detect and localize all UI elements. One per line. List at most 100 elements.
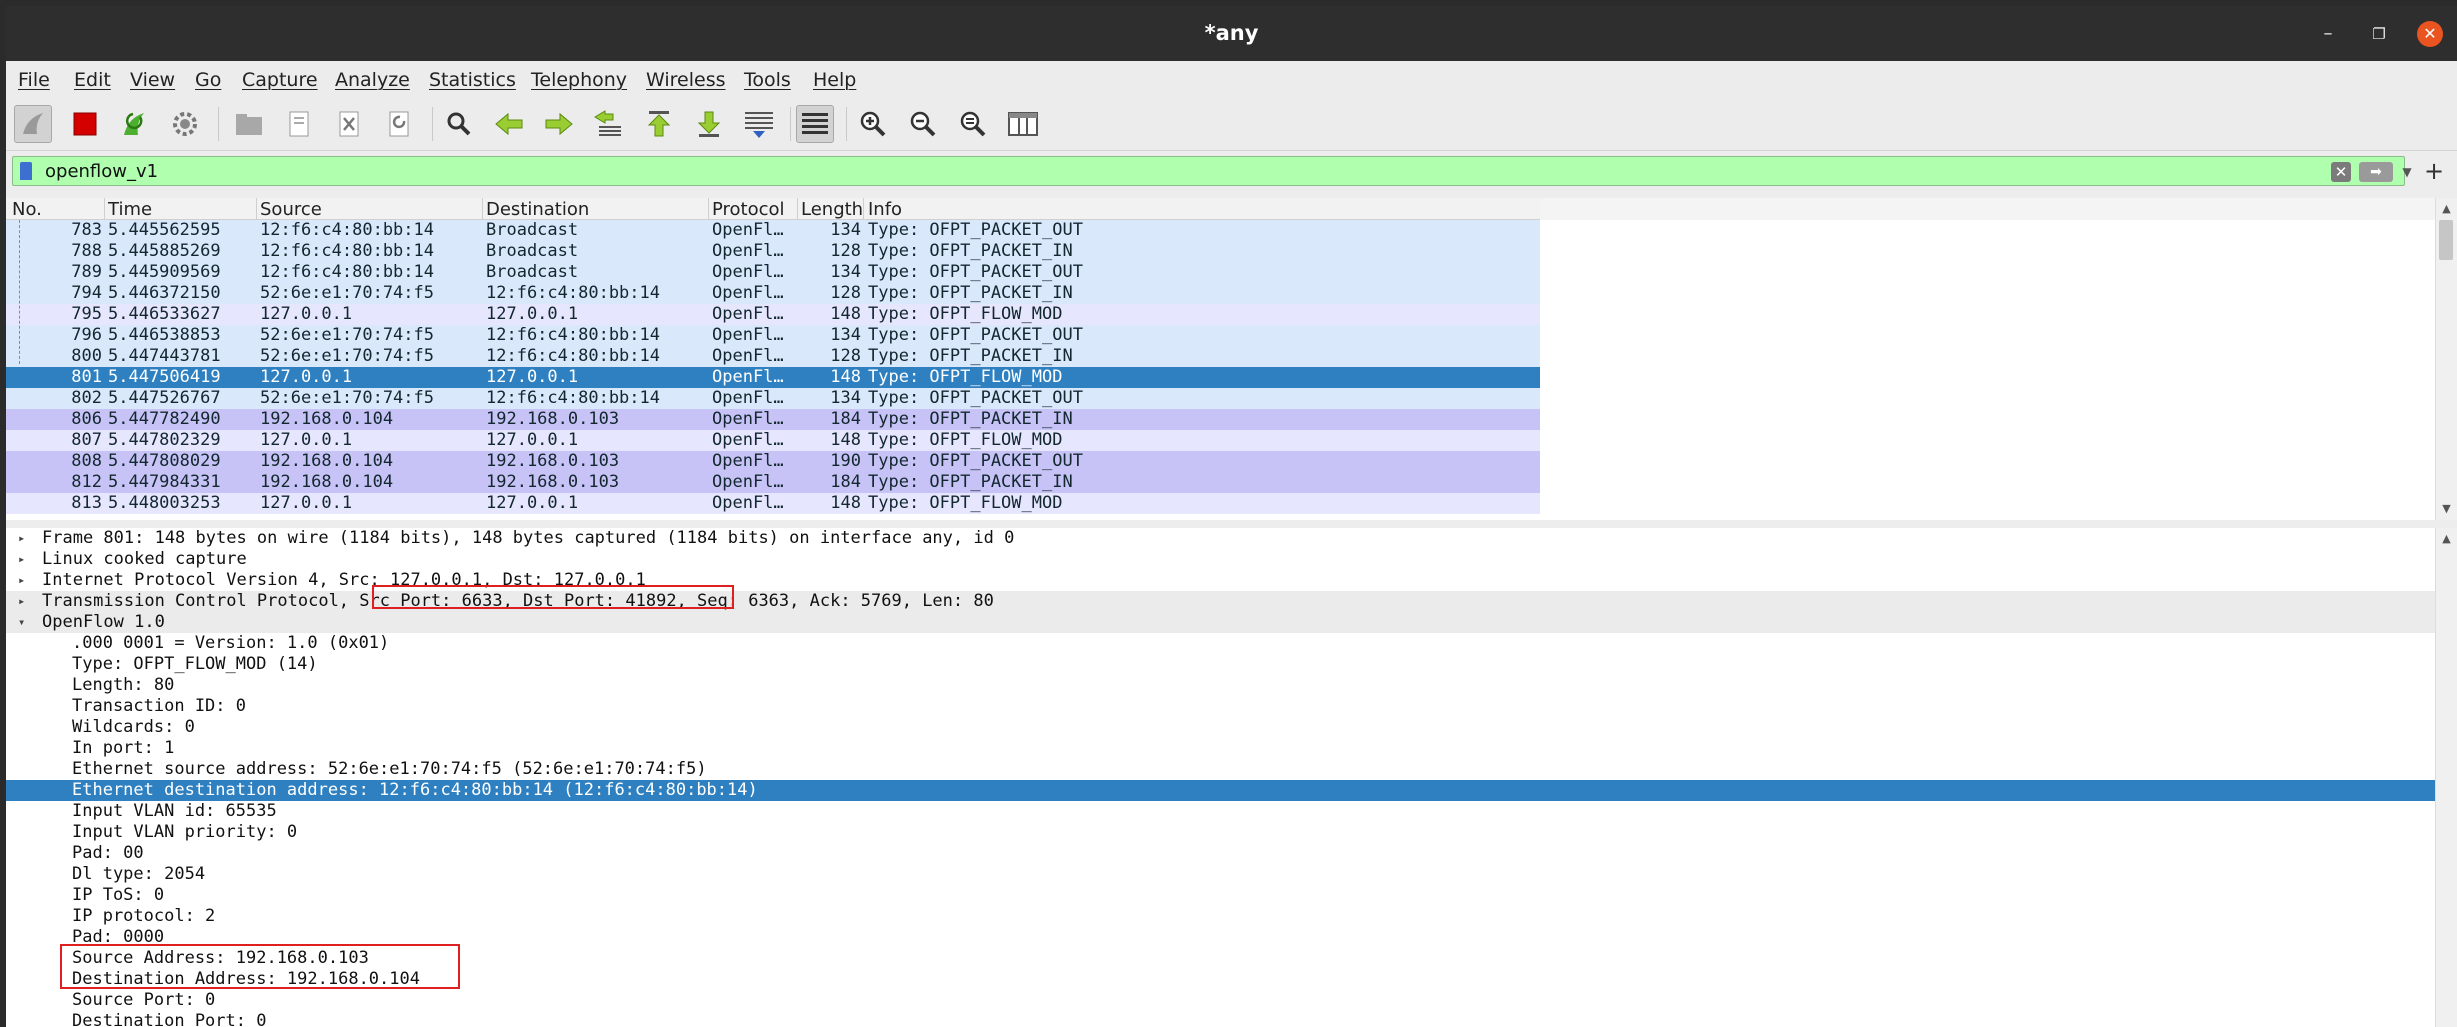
column-header-no[interactable]: No. [12, 200, 102, 220]
menu-capture[interactable]: Capture [242, 69, 318, 91]
menu-wireless[interactable]: Wireless [646, 69, 726, 91]
display-filter-input[interactable] [45, 160, 2325, 182]
packet-row[interactable]: 788 5.445885269 12:f6:c4:80:bb:14 Broadcast… [6, 241, 1540, 262]
packet-row[interactable]: 795 5.446533627 127.0.0.1 127.0.0.1 OpenFl… 1… [6, 304, 1540, 325]
packet-row[interactable]: 812 5.447984331 192.168.0.104 192.168.0.103… [6, 472, 1540, 493]
detail-row[interactable]: .000 0001 = Version: 1.0 (0x01) [6, 633, 2435, 654]
packet-row[interactable]: 802 5.447526767 52:6e:e1:70:74:f5 12:f6:c4:… [6, 388, 1540, 409]
packet-row[interactable]: 789 5.445909569 12:f6:c4:80:bb:14 Broadcast… [6, 262, 1540, 283]
close-button[interactable]: ✕ [2417, 21, 2443, 47]
menu-edit[interactable]: Edit [74, 69, 111, 91]
detail-row[interactable]: ▾ OpenFlow 1.0 [6, 612, 2435, 633]
detail-row[interactable]: Destination Address: 192.168.0.104 [6, 969, 2435, 990]
packet-row[interactable]: 800 5.447443781 52:6e:e1:70:74:f5 12:f6:c4:… [6, 346, 1540, 367]
detail-row[interactable]: Pad: 00 [6, 843, 2435, 864]
capture-options-gear-icon[interactable] [166, 105, 204, 143]
clear-filter-icon[interactable]: ✕ [2331, 162, 2351, 182]
detail-row[interactable]: Source Address: 192.168.0.103 [6, 948, 2435, 969]
expanded-arrow-icon[interactable]: ▾ [18, 612, 25, 633]
open-file-icon[interactable] [230, 105, 268, 143]
close-file-icon[interactable] [330, 105, 368, 143]
chevron-down-icon[interactable]: ▼ [2399, 162, 2415, 182]
reload-file-icon[interactable] [380, 105, 418, 143]
bookmark-icon[interactable] [20, 162, 32, 180]
packet-row[interactable]: 801 5.447506419 127.0.0.1 127.0.0.1 OpenFl… 1… [6, 367, 1540, 388]
packet-cell-no: 812 [71, 472, 102, 492]
zoom-out-icon[interactable] [904, 105, 942, 143]
details-scrollbar[interactable]: ▲ [2435, 528, 2457, 1027]
menu-help[interactable]: Help [813, 69, 856, 91]
menu-file[interactable]: File [18, 69, 50, 91]
collapsed-arrow-icon[interactable]: ▸ [18, 591, 25, 612]
menu-view[interactable]: View [130, 69, 175, 91]
menu-go[interactable]: Go [195, 69, 221, 91]
detail-row[interactable]: ▸ Linux cooked capture [6, 549, 2435, 570]
detail-row[interactable]: Ethernet source address: 52:6e:e1:70:74:… [6, 759, 2435, 780]
go-first-packet-icon[interactable] [640, 105, 678, 143]
packet-row[interactable]: 808 5.447808029 192.168.0.104 192.168.0.103… [6, 451, 1540, 472]
packet-cell-dst: 192.168.0.103 [486, 472, 620, 492]
menu-statistics[interactable]: Statistics [429, 69, 516, 91]
detail-row[interactable]: Pad: 0000 [6, 927, 2435, 948]
column-header-protocol[interactable]: Protocol [712, 200, 796, 220]
add-filter-button[interactable]: + [2422, 157, 2446, 185]
detail-row[interactable]: ▸ Internet Protocol Version 4, Src: 127.0… [6, 570, 2435, 591]
detail-row[interactable]: IP ToS: 0 [6, 885, 2435, 906]
detail-row[interactable]: Input VLAN priority: 0 [6, 822, 2435, 843]
packet-row[interactable]: 794 5.446372150 52:6e:e1:70:74:f5 12:f6:c4:… [6, 283, 1540, 304]
collapsed-arrow-icon[interactable]: ▸ [18, 528, 25, 549]
column-header-time[interactable]: Time [108, 200, 256, 220]
zoom-in-icon[interactable] [854, 105, 892, 143]
detail-row[interactable]: Length: 80 [6, 675, 2435, 696]
detail-row[interactable]: Type: OFPT_FLOW_MOD (14) [6, 654, 2435, 675]
packet-row[interactable]: 807 5.447802329 127.0.0.1 127.0.0.1 OpenFl… 1… [6, 430, 1540, 451]
menu-analyze[interactable]: Analyze [335, 69, 410, 91]
packet-row[interactable]: 796 5.446538853 52:6e:e1:70:74:f5 12:f6:c4:… [6, 325, 1540, 346]
normal-size-icon[interactable] [954, 105, 992, 143]
colorize-icon[interactable] [796, 105, 834, 143]
go-last-packet-icon[interactable] [690, 105, 728, 143]
collapsed-arrow-icon[interactable]: ▸ [18, 570, 25, 591]
packet-row[interactable]: 783 5.445562595 12:f6:c4:80:bb:14 Broadcast… [6, 220, 1540, 241]
detail-row[interactable]: Wildcards: 0 [6, 717, 2435, 738]
go-forward-icon[interactable] [540, 105, 578, 143]
menu-tools[interactable]: Tools [744, 69, 791, 91]
stop-capture-icon[interactable] [66, 105, 104, 143]
menu-telephony[interactable]: Telephony [531, 69, 627, 91]
go-back-icon[interactable] [490, 105, 528, 143]
detail-row[interactable]: Input VLAN id: 65535 [6, 801, 2435, 822]
detail-row[interactable]: In port: 1 [6, 738, 2435, 759]
find-packet-icon[interactable] [440, 105, 478, 143]
detail-row[interactable]: Ethernet destination address: 12:f6:c4:8… [6, 780, 2435, 801]
resize-columns-icon[interactable] [1004, 105, 1042, 143]
apply-filter-icon[interactable]: ➡ [2359, 162, 2393, 182]
packet-row[interactable]: 813 5.448003253 127.0.0.1 127.0.0.1 OpenFl… 1… [6, 493, 1540, 514]
packet-list-header: No. Time Source Destination Protocol Len… [6, 198, 1540, 220]
detail-row[interactable]: Dl type: 2054 [6, 864, 2435, 885]
column-header-source[interactable]: Source [260, 200, 482, 220]
save-file-icon[interactable] [280, 105, 318, 143]
detail-row[interactable]: Source Port: 0 [6, 990, 2435, 1011]
detail-row[interactable]: ▸ Frame 801: 148 bytes on wire (1184 bits… [6, 528, 2435, 549]
packet-cell-time: 5.446533627 [108, 304, 221, 324]
go-to-packet-icon[interactable] [590, 105, 628, 143]
detail-text: Internet Protocol Version 4, Src: 127.0.… [42, 570, 646, 590]
packet-cell-dst: Broadcast [486, 262, 579, 282]
detail-row[interactable]: Destination Port: 0 [6, 1011, 2435, 1027]
packet-list-scrollbar[interactable]: ▲ ▼ [2435, 198, 2457, 520]
shark-fin-start-icon[interactable] [14, 105, 52, 143]
minimize-button[interactable]: – [2315, 21, 2341, 47]
column-header-destination[interactable]: Destination [486, 200, 708, 220]
autoscroll-icon[interactable] [740, 105, 778, 143]
detail-row[interactable]: Transaction ID: 0 [6, 696, 2435, 717]
collapsed-arrow-icon[interactable]: ▸ [18, 549, 25, 570]
detail-row[interactable]: IP protocol: 2 [6, 906, 2435, 927]
detail-row[interactable]: ▸ Transmission Control Protocol, Src Port… [6, 591, 2435, 612]
restart-capture-icon[interactable] [116, 105, 154, 143]
column-header-length[interactable]: Length [801, 200, 863, 220]
packet-cell-src: 12:f6:c4:80:bb:14 [260, 241, 434, 261]
packet-row[interactable]: 806 5.447782490 192.168.0.104 192.168.0.103… [6, 409, 1540, 430]
maximize-button[interactable]: ❐ [2366, 21, 2392, 47]
column-header-info[interactable]: Info [868, 200, 1528, 220]
packet-cell-len: 148 [830, 367, 861, 387]
